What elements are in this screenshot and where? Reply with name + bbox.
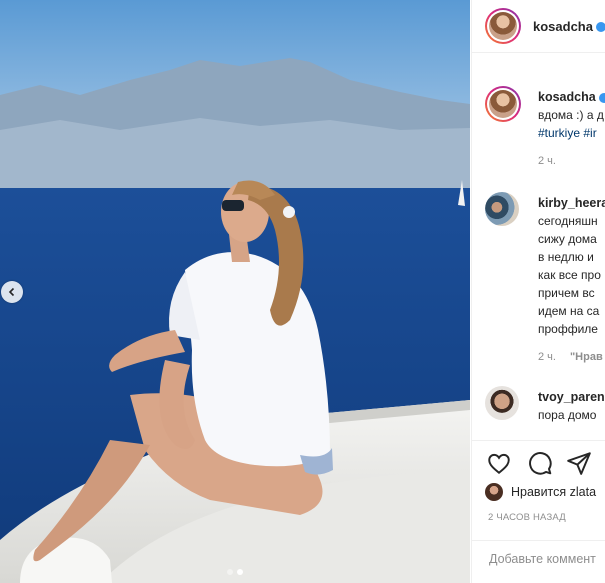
comment-text-line: причем вс (538, 286, 595, 300)
carousel-dot (227, 569, 233, 575)
photo-image (0, 0, 470, 583)
post-actions (472, 440, 605, 481)
add-comment-input[interactable] (487, 551, 605, 567)
add-comment-bar (472, 540, 605, 583)
caption-time[interactable]: 2 ч. (538, 152, 605, 170)
commenter-avatar[interactable] (485, 386, 519, 420)
verified-badge-icon (598, 92, 605, 103)
carousel-prev-button[interactable] (1, 281, 23, 303)
post-photo[interactable] (0, 0, 470, 583)
author-avatar[interactable] (485, 8, 521, 44)
caption-text: вдома :) а д (538, 108, 604, 122)
comment-text-line: как все про (538, 268, 601, 282)
comment-icon[interactable] (527, 450, 553, 476)
comment-text-line: идем на са (538, 304, 600, 318)
heart-icon[interactable] (486, 450, 512, 476)
share-icon[interactable] (566, 450, 592, 476)
comment-time[interactable]: 2 ч. (538, 351, 556, 363)
liker-avatar[interactable] (485, 483, 503, 501)
author-username[interactable]: kosadcha (533, 19, 605, 34)
comment-username[interactable]: tvoy_paren (538, 388, 605, 406)
caption-username[interactable]: kosadcha (538, 90, 596, 104)
chevron-left-icon (8, 287, 15, 297)
post-header: kosadcha (472, 0, 605, 53)
post-side-panel: kosadcha kosadcha вдома :) а д #turkiye … (471, 0, 605, 583)
avatar-image (489, 12, 517, 40)
comment-text-line: сегодняшн (538, 214, 598, 228)
verified-badge-icon (595, 22, 605, 33)
likes-summary[interactable]: Нравится zlata (485, 480, 605, 504)
commenter-avatar[interactable] (485, 192, 519, 226)
author-username-text[interactable]: kosadcha (533, 19, 593, 34)
comment-likes-link[interactable]: "Нрав (570, 351, 603, 363)
comment-text-line: пора домо (538, 408, 597, 422)
caption-hashtags[interactable]: #turkiye #ir (538, 124, 605, 142)
carousel-indicator (0, 569, 470, 575)
comment-username[interactable]: kirby_heera (538, 194, 605, 212)
comment-text-line: проффиле (538, 322, 598, 336)
caption-avatar[interactable] (485, 86, 521, 122)
post-timestamp[interactable]: 2 ЧАСОВ НАЗАД (488, 512, 566, 523)
carousel-dot-active (237, 569, 243, 575)
comments-list: kosadcha вдома :) а д #turkiye #ir 2 ч. … (472, 53, 605, 439)
avatar-image (489, 90, 517, 118)
comment-text-line: сижу дома (538, 232, 597, 246)
comment-text-line: в недлю и (538, 250, 594, 264)
likes-text[interactable]: Нравится zlata (511, 485, 596, 499)
